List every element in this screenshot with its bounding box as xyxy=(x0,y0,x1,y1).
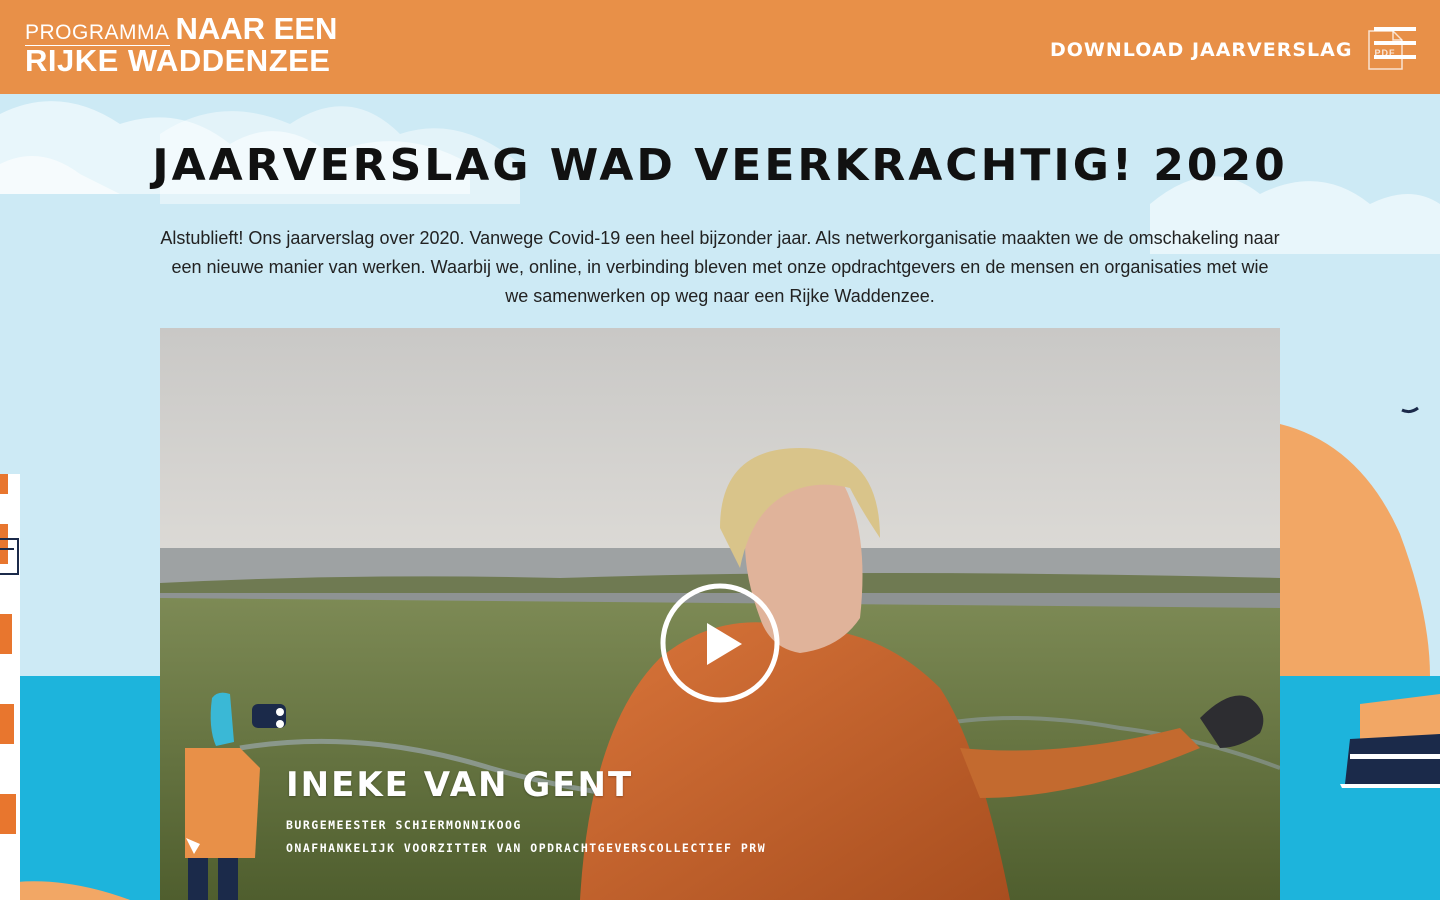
page-title: Jaarverslag Wad Veerkrachtig! 2020 xyxy=(152,140,1288,191)
site-header: PROGRAMMA NAAR EEN RIJKE WADDENZEE Downlo… xyxy=(0,0,1440,94)
download-label: Download jaarverslag xyxy=(1050,39,1353,61)
video-player[interactable]: Ineke van Gent Burgemeester Schiermonnik… xyxy=(160,328,1280,900)
video-caption-name: Ineke van Gent xyxy=(286,765,634,805)
video-caption-role: Burgemeester Schiermonnikoog xyxy=(286,818,522,832)
play-icon[interactable] xyxy=(660,583,780,703)
intro-text: Alstublieft! Ons jaarverslag over 2020. … xyxy=(160,228,1280,306)
logo-small-text: PROGRAMMA xyxy=(25,21,170,46)
site-logo[interactable]: PROGRAMMA NAAR EEN RIJKE WADDENZEE xyxy=(25,11,338,78)
hamburger-menu-icon[interactable] xyxy=(1374,27,1416,59)
logo-line2: RIJKE WADDENZEE xyxy=(25,43,331,78)
video-caption-role-secondary: Onafhankelijk voorzitter van Opdrachtgev… xyxy=(286,841,767,855)
download-report-link[interactable]: Download jaarverslag PDF xyxy=(1050,30,1404,70)
logo-line1: NAAR EEN xyxy=(175,11,338,46)
